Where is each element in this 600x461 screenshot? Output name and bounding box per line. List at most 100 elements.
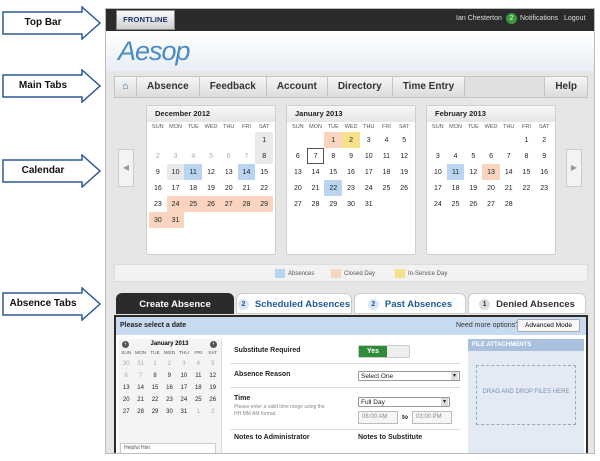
calendar-day[interactable]: 30 [342,196,360,212]
calendar-day[interactable]: 1 [255,132,274,148]
calendar-day[interactable]: 27 [482,196,500,212]
mini-calendar-day[interactable]: 15 [148,382,162,394]
calendar-day[interactable]: 4 [447,148,465,164]
calendar-day[interactable]: 10 [166,164,185,180]
calendar-day[interactable]: 3 [167,148,185,164]
day-length-select[interactable]: Full Day [358,397,450,407]
calendar-day[interactable]: 17 [360,164,378,180]
mini-calendar-day[interactable]: 28 [133,406,147,418]
prev-month-button[interactable]: ◀ [118,149,134,187]
mini-calendar-day[interactable]: 31 [133,358,147,370]
calendar-day[interactable]: 27 [289,196,307,212]
calendar-day[interactable]: 28 [500,196,518,212]
calendar-day[interactable]: 18 [378,164,396,180]
calendar-day[interactable]: 26 [202,196,220,212]
mini-calendar-day[interactable]: 3 [177,358,191,370]
mini-calendar-day[interactable]: 7 [133,370,147,382]
mini-calendar-day[interactable]: 18 [191,382,205,394]
tab-absence[interactable]: Absence [137,77,200,97]
advanced-mode-button[interactable]: Advanced Mode [517,319,580,332]
calendar-day[interactable]: 11 [446,164,465,180]
calendar-day[interactable]: 26 [395,180,413,196]
calendar-day[interactable]: 25 [378,180,396,196]
logout-link[interactable]: Logout [564,15,585,22]
next-month-icon[interactable]: › [210,341,217,348]
calendar-day[interactable]: 11 [378,148,396,164]
tab-create-absence[interactable]: Create Absence [116,293,234,314]
calendar-day[interactable]: 9 [149,164,167,180]
calendar-day[interactable]: 4 [184,148,202,164]
calendar-day[interactable]: 16 [342,164,360,180]
mini-calendar-day[interactable]: 17 [177,382,191,394]
calendar-day[interactable]: 14 [500,164,518,180]
calendar-day[interactable]: 2 [342,132,360,148]
absence-reason-select[interactable]: Select One [358,371,460,381]
calendar-day[interactable]: 24 [166,196,185,212]
calendar-day[interactable]: 23 [535,180,553,196]
calendar-day[interactable]: 5 [395,132,413,148]
mini-calendar-day[interactable]: 1 [191,406,205,418]
calendar-day[interactable]: 27 [219,196,238,212]
calendar-day[interactable]: 10 [429,164,447,180]
calendar-day[interactable]: 6 [220,148,238,164]
calendar-day[interactable]: 26 [464,196,482,212]
calendar-day[interactable]: 24 [360,180,378,196]
calendar-day[interactable]: 20 [289,180,307,196]
mini-calendar-day[interactable]: 12 [206,370,220,382]
mini-calendar-day[interactable]: 31 [177,406,191,418]
tab-directory[interactable]: Directory [327,77,393,97]
calendar-day[interactable]: 6 [482,148,500,164]
calendar-day[interactable]: 7 [238,148,256,164]
calendar-day[interactable]: 22 [324,180,343,196]
calendar-day[interactable]: 19 [202,180,220,196]
calendar-day[interactable]: 3 [360,132,378,148]
calendar-day[interactable]: 2 [535,132,553,148]
calendar-day[interactable]: 4 [378,132,396,148]
mini-calendar-day[interactable]: 13 [119,382,133,394]
calendar-day[interactable]: 2 [149,148,167,164]
file-drop-zone[interactable]: DRAG AND DROP FILES HERE [476,365,576,425]
calendar-day[interactable]: 21 [307,180,325,196]
calendar-day[interactable]: 24 [429,196,447,212]
calendar-day[interactable]: 31 [166,212,185,228]
calendar-day[interactable]: 22 [255,180,273,196]
mini-calendar-day[interactable]: 11 [191,370,205,382]
calendar-day[interactable]: 1 [518,132,536,148]
calendar-day[interactable]: 28 [237,196,256,212]
calendar-day[interactable]: 17 [167,180,185,196]
calendar-day[interactable]: 20 [220,180,238,196]
calendar-day[interactable]: 14 [307,164,325,180]
calendar-day[interactable]: 25 [184,196,203,212]
mini-calendar-day[interactable]: 19 [206,382,220,394]
calendar-day[interactable]: 1 [324,132,343,148]
mini-calendar-day[interactable]: 22 [148,394,162,406]
mini-calendar-day[interactable]: 29 [148,406,162,418]
tab-help[interactable]: Help [544,77,587,97]
calendar-day[interactable]: 15 [324,164,342,180]
mini-calendar-day[interactable]: 14 [133,382,147,394]
user-name[interactable]: Ian Chesterton [456,15,502,22]
calendar-day[interactable]: 18 [447,180,465,196]
notifications-link[interactable]: 2 Notifications [506,13,558,24]
calendar-day[interactable]: 9 [342,148,360,164]
calendar-day[interactable]: 21 [500,180,518,196]
mini-calendar-day[interactable]: 5 [206,358,220,370]
calendar-day[interactable]: 23 [342,180,360,196]
calendar-day[interactable]: 8 [324,148,342,164]
calendar-day[interactable]: 31 [360,196,378,212]
mini-calendar-day[interactable]: 4 [191,358,205,370]
calendar-day[interactable]: 9 [535,148,553,164]
calendar-day[interactable]: 20 [482,180,500,196]
next-month-button[interactable]: ▶ [566,149,582,187]
mini-calendar-day[interactable]: 2 [206,406,220,418]
calendar-day[interactable]: 18 [184,180,202,196]
calendar-day[interactable]: 28 [307,196,325,212]
mini-calendar-day[interactable]: 25 [191,394,205,406]
calendar-day[interactable]: 13 [482,164,500,180]
mini-calendar-day[interactable]: 30 [119,358,133,370]
tab-time-entry[interactable]: Time Entry [392,77,466,97]
end-time-input[interactable]: 03:00 PM [412,411,452,424]
home-icon[interactable]: ⌂ [115,77,137,97]
mini-calendar-day[interactable]: 8 [148,370,162,382]
calendar-day[interactable]: 13 [220,164,238,180]
